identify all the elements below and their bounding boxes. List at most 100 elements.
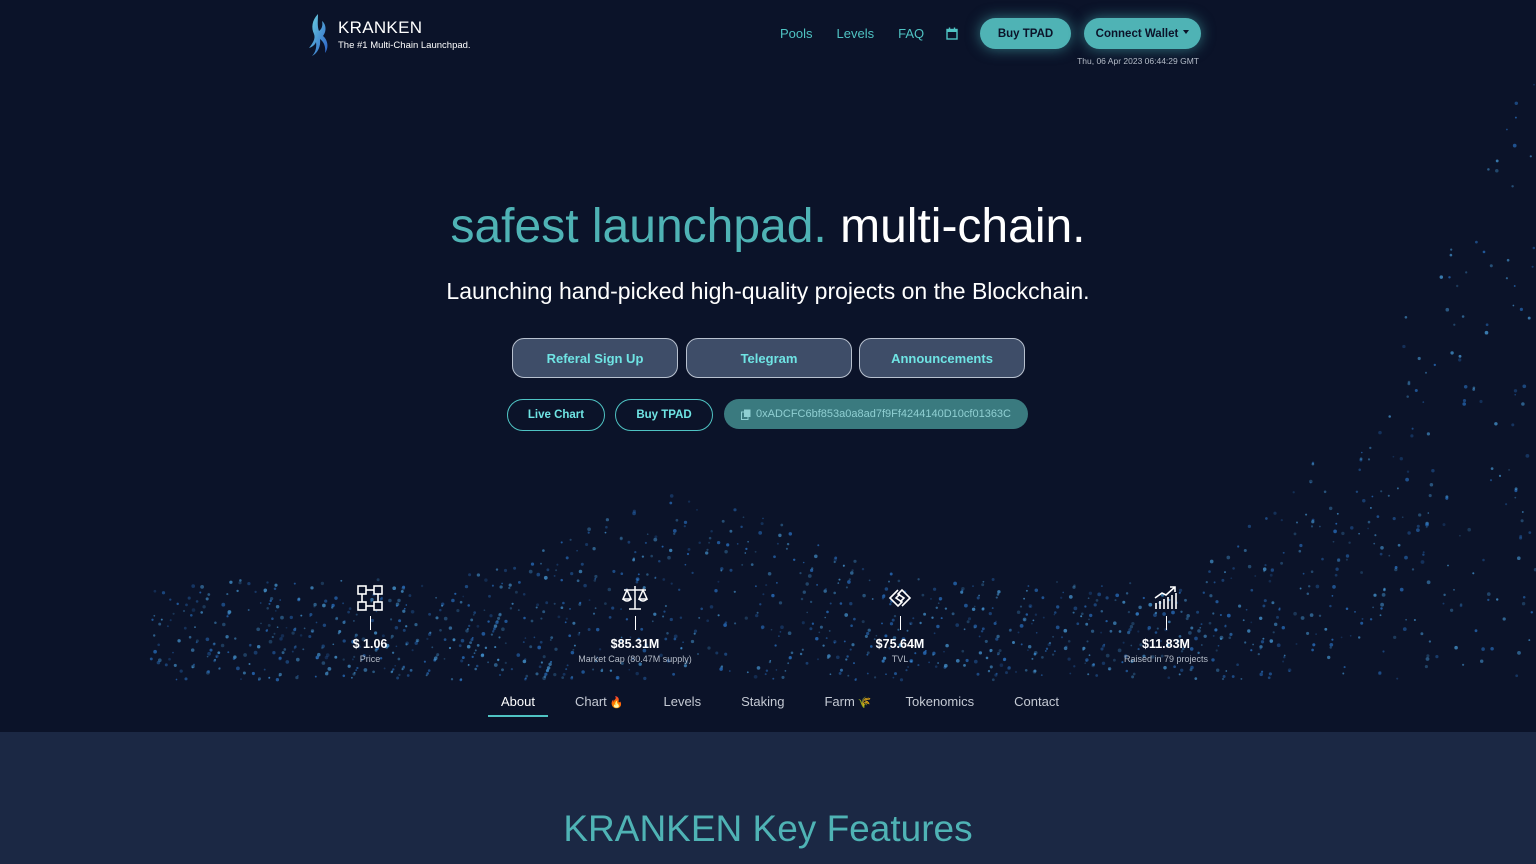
particle-dot xyxy=(1315,584,1320,589)
particle-dot xyxy=(1360,571,1364,574)
particle-dot xyxy=(490,633,494,636)
nav-pools[interactable]: Pools xyxy=(780,26,813,41)
particle-dot xyxy=(661,545,664,548)
nav-levels[interactable]: Levels xyxy=(837,26,875,41)
growth-chart-icon xyxy=(1154,586,1177,609)
particle-dot xyxy=(1280,561,1284,565)
hero-buy-tpad-button[interactable]: Buy TPAD xyxy=(615,399,713,431)
particle-dot xyxy=(1425,526,1428,529)
tab-levels[interactable]: Levels xyxy=(663,694,701,717)
logo[interactable]: KRANKEN The #1 Multi-Chain Launchpad. xyxy=(306,12,471,58)
tab-farm[interactable]: Farm 🌾 xyxy=(824,694,871,717)
particle-dot xyxy=(471,655,474,659)
particle-dot xyxy=(1505,128,1508,131)
particle-dot xyxy=(191,584,196,588)
telegram-label: Telegram xyxy=(740,350,798,366)
particle-dot xyxy=(634,550,637,554)
tab-tokenomics[interactable]: Tokenomics xyxy=(905,694,974,717)
particle-dot xyxy=(1073,665,1076,668)
particle-dot xyxy=(535,672,539,676)
particle-dot xyxy=(1272,631,1275,634)
particle-dot xyxy=(1254,575,1257,577)
particle-dot xyxy=(1331,595,1334,597)
particle-dot xyxy=(758,531,763,535)
particle-dot xyxy=(1269,573,1273,577)
particle-dot xyxy=(227,610,232,614)
particle-dot xyxy=(275,678,280,682)
particle-dot xyxy=(1474,629,1478,633)
particle-dot xyxy=(1521,511,1524,513)
particle-dot xyxy=(199,591,202,594)
particle-dot xyxy=(854,678,857,681)
particle-dot xyxy=(190,648,195,652)
particle-dot xyxy=(1025,613,1029,616)
particle-dot xyxy=(1467,527,1471,532)
particle-dot xyxy=(1465,271,1468,274)
particle-dot xyxy=(1295,521,1299,524)
particle-dot xyxy=(788,532,793,536)
particle-dot xyxy=(1420,632,1424,636)
particle-dot xyxy=(1293,532,1297,536)
particle-dot xyxy=(776,542,779,545)
telegram-button[interactable]: Telegram xyxy=(686,338,852,378)
particle-dot xyxy=(1407,531,1411,535)
particle-dot xyxy=(1379,614,1382,617)
particle-dot xyxy=(1051,653,1055,656)
particle-dot xyxy=(728,670,731,672)
header-buy-tpad-button[interactable]: Buy TPAD xyxy=(980,18,1071,49)
link-icon xyxy=(888,588,912,608)
particle-dot xyxy=(1453,588,1455,591)
tab-about[interactable]: About xyxy=(488,694,548,717)
tab-contact[interactable]: Contact xyxy=(1014,694,1059,717)
particle-dot xyxy=(501,582,503,585)
nav-faq[interactable]: FAQ xyxy=(898,26,924,41)
particle-dot xyxy=(802,561,805,564)
particle-dot xyxy=(508,586,511,590)
particle-dot xyxy=(720,569,723,572)
particle-dot xyxy=(1426,432,1430,436)
particle-dot xyxy=(483,609,486,612)
particle-dot xyxy=(1273,622,1278,627)
particle-dot xyxy=(1033,650,1038,655)
announcements-button[interactable]: Announcements xyxy=(859,338,1025,378)
particle-dot xyxy=(1405,477,1409,482)
calendar-icon[interactable] xyxy=(946,27,958,40)
particle-dot xyxy=(1048,641,1052,645)
particle-dot xyxy=(1029,605,1032,608)
particle-dot xyxy=(1525,454,1530,458)
particle-dot xyxy=(1273,511,1277,515)
particle-dot xyxy=(555,569,558,572)
particle-dot xyxy=(696,509,698,511)
contract-address: 0xADCFC6bf853a0a8ad7f9Ff4244140D10cf0136… xyxy=(755,408,1011,420)
tab-staking[interactable]: Staking xyxy=(741,694,784,717)
tab-chart[interactable]: Chart 🔥 xyxy=(575,694,624,717)
particle-dot xyxy=(253,650,258,655)
particle-dot xyxy=(612,569,616,573)
connect-wallet-button[interactable]: Connect Wallet xyxy=(1084,18,1201,49)
particle-dot xyxy=(1461,315,1465,318)
referal-sign-up-button[interactable]: Referal Sign Up xyxy=(512,338,678,378)
particle-dot xyxy=(1020,643,1023,646)
particle-dot xyxy=(585,542,589,547)
particle-dot xyxy=(744,552,747,554)
particle-dot xyxy=(263,588,268,593)
particle-dot xyxy=(560,578,563,582)
particle-dot xyxy=(1411,427,1414,430)
particle-dot xyxy=(191,664,195,669)
particle-dot xyxy=(1278,607,1281,610)
particle-dot xyxy=(576,579,580,583)
particle-dot xyxy=(256,627,261,632)
particle-dot xyxy=(1178,673,1181,676)
particle-dot xyxy=(885,673,887,675)
particle-dot xyxy=(646,533,649,536)
particle-dot xyxy=(233,655,237,659)
particle-dot xyxy=(326,671,329,674)
particle-dot xyxy=(503,568,508,573)
particle-dot xyxy=(484,646,488,650)
contract-address-copy[interactable]: 0xADCFC6bf853a0a8ad7f9Ff4244140D10cf0136… xyxy=(724,399,1028,429)
particle-dot xyxy=(683,664,687,668)
particle-dot xyxy=(553,574,556,577)
particle-dot xyxy=(570,676,574,680)
particle-dot xyxy=(1332,585,1336,589)
live-chart-button[interactable]: Live Chart xyxy=(507,399,605,431)
